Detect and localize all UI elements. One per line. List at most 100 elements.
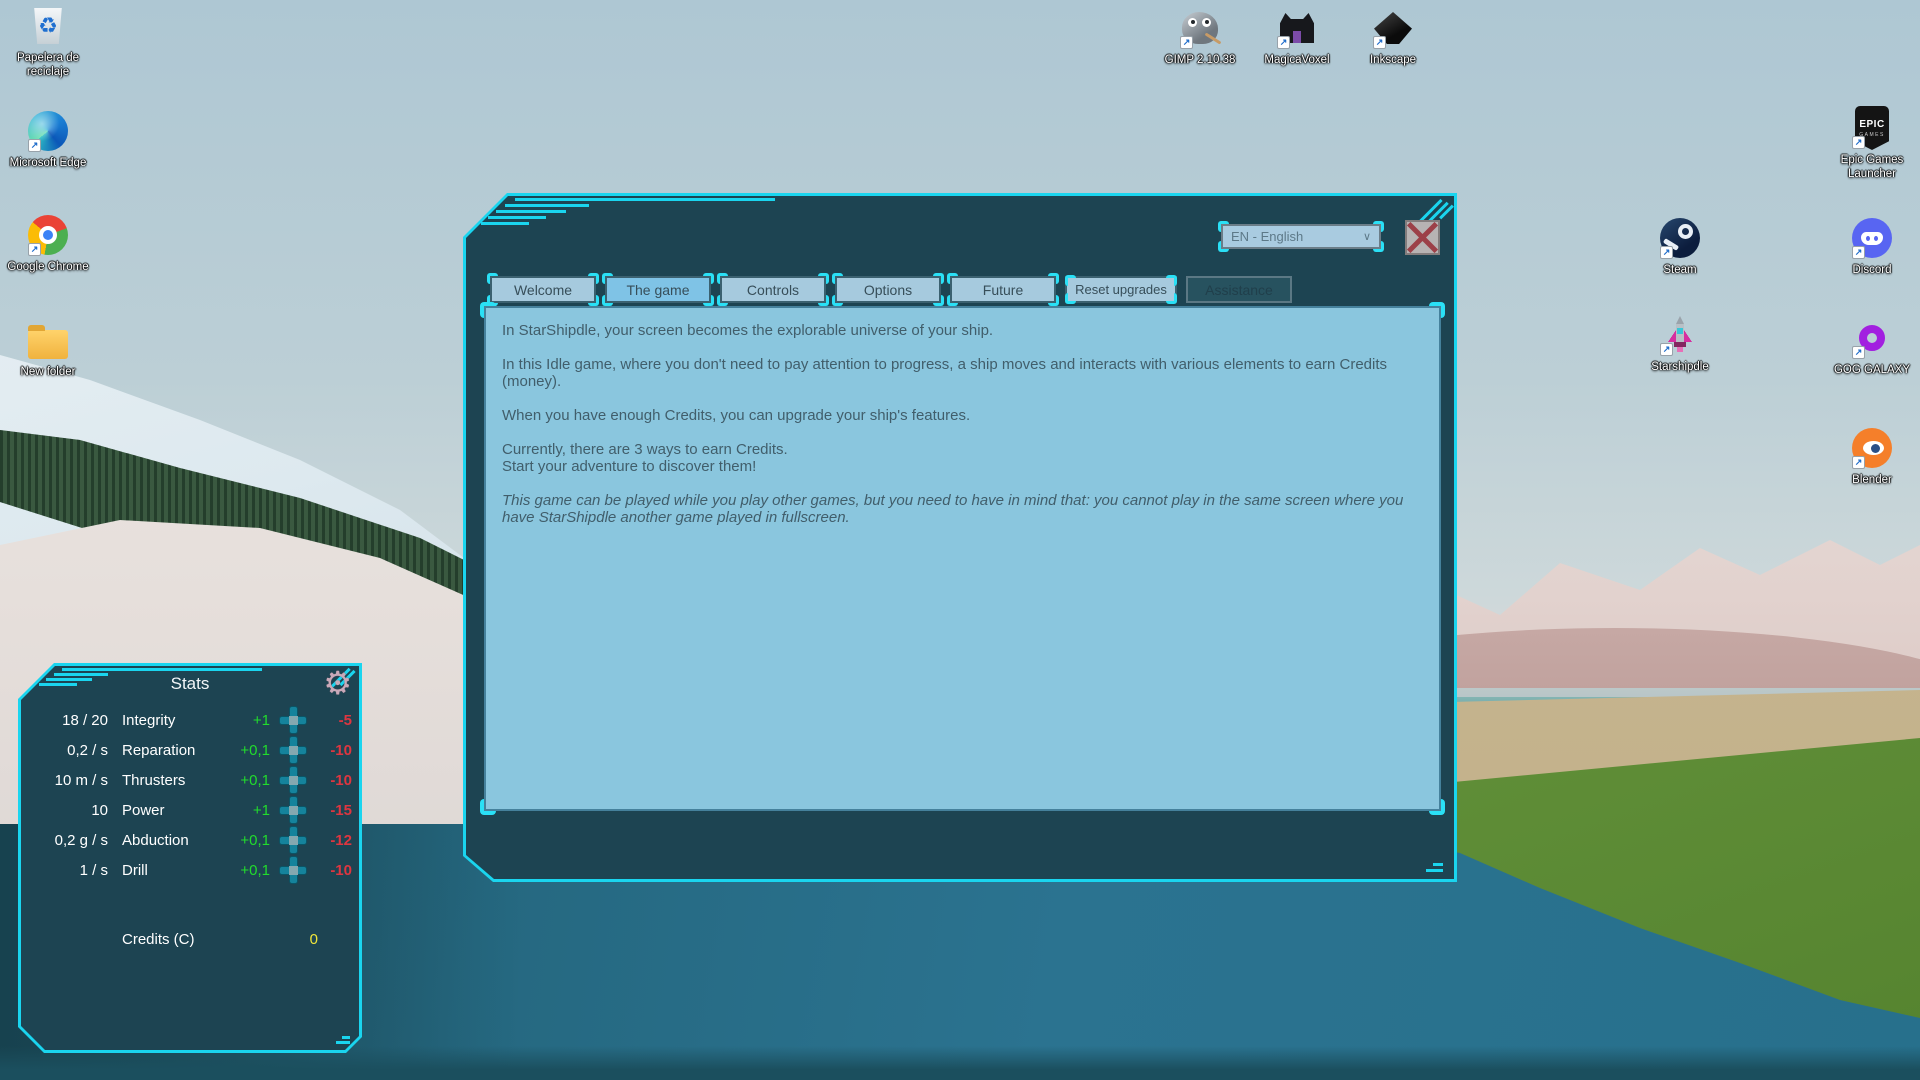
- desktop-icon-label: MagicaVoxel: [1264, 53, 1329, 67]
- stat-row-reparation: 0,2 / s Reparation +0,1 -10: [22, 735, 362, 765]
- upgrade-plus-button[interactable]: [280, 797, 306, 823]
- upgrade-plus-button[interactable]: [280, 857, 306, 883]
- stat-row-power: 10 Power +1 -15: [22, 795, 362, 825]
- shortcut-arrow-icon: ↗: [1852, 346, 1865, 359]
- discord-icon: ↗: [1851, 216, 1893, 260]
- desktop-icon-discord[interactable]: ↗ Discord: [1824, 216, 1920, 277]
- tab-the-game[interactable]: The game: [605, 276, 711, 303]
- tab-future[interactable]: Future: [950, 276, 1056, 303]
- desktop-icon-blender[interactable]: ↗ Blender: [1824, 426, 1920, 487]
- content-paragraph: Start your adventure to discover them!: [502, 458, 1423, 475]
- desktop-icon-label: New folder: [21, 365, 76, 379]
- chrome-icon: ↗: [27, 213, 69, 257]
- desktop-icon-steam[interactable]: ↗ Steam: [1632, 216, 1728, 277]
- tab-reset-upgrades[interactable]: Reset upgrades: [1065, 276, 1177, 303]
- stat-row-abduction: 0,2 g / s Abduction +0,1 -12: [22, 825, 362, 855]
- credits-row: Credits (C) 0: [18, 931, 362, 951]
- panel-resize-grip[interactable]: [342, 1036, 350, 1039]
- tab-options[interactable]: Options: [835, 276, 941, 303]
- content-paragraph: In this Idle game, where you don't need …: [502, 356, 1423, 390]
- stat-row-drill: 1 / s Drill +0,1 -10: [22, 855, 362, 885]
- upgrade-plus-button[interactable]: [280, 737, 306, 763]
- shortcut-arrow-icon: ↗: [1660, 343, 1673, 356]
- shortcut-arrow-icon: ↗: [28, 139, 41, 152]
- stat-value: 0,2 g / s: [22, 832, 108, 849]
- gear-icon[interactable]: ⚙: [323, 665, 352, 701]
- stat-gain: +0,1: [226, 862, 270, 879]
- window-deco-stripe: [496, 210, 566, 213]
- stat-row-integrity: 18 / 20 Integrity +1 -5: [22, 705, 362, 735]
- epic-games-icon: EPIC GAMES ↗: [1851, 106, 1893, 150]
- upgrade-plus-button[interactable]: [280, 827, 306, 853]
- stats-title: Stats: [18, 674, 362, 694]
- desktop-icon-new-folder[interactable]: New folder: [0, 318, 96, 379]
- shortcut-arrow-icon: ↗: [28, 243, 41, 256]
- window-resize-grip[interactable]: [1433, 863, 1443, 866]
- desktop-icon-label: Steam: [1663, 263, 1696, 277]
- shortcut-arrow-icon: ↗: [1660, 246, 1673, 259]
- desktop-icon-magicavoxel[interactable]: ↗ MagicaVoxel: [1249, 6, 1345, 67]
- stat-label: Integrity: [122, 712, 226, 729]
- recycle-bin-icon: ♻: [27, 4, 69, 48]
- stat-gain: +0,1: [226, 772, 270, 789]
- desktop-icon-label: Blender: [1852, 473, 1892, 487]
- content-paragraph: Currently, there are 3 ways to earn Cred…: [502, 441, 1423, 458]
- stat-value: 1 / s: [22, 862, 108, 879]
- upgrade-plus-button[interactable]: [280, 767, 306, 793]
- window-deco-stripe: [505, 204, 589, 207]
- shortcut-arrow-icon: ↗: [1852, 136, 1865, 149]
- desktop-icon-label: GIMP 2.10.38: [1165, 53, 1236, 67]
- upgrade-plus-button[interactable]: [280, 707, 306, 733]
- stat-value: 10: [22, 802, 108, 819]
- shortcut-arrow-icon: ↗: [1373, 36, 1386, 49]
- stat-label: Power: [122, 802, 226, 819]
- desktop-icon-inkscape[interactable]: ↗ Inkscape: [1345, 6, 1441, 67]
- stat-value: 0,2 / s: [22, 742, 108, 759]
- language-select[interactable]: EN - English ∨: [1221, 224, 1381, 249]
- stats-rows: 18 / 20 Integrity +1 -5 0,2 / s Reparati…: [22, 705, 362, 885]
- credits-label: Credits (C): [122, 931, 195, 948]
- stat-cost: -10: [316, 862, 352, 879]
- stat-gain: +0,1: [226, 742, 270, 759]
- edge-icon: ↗: [27, 109, 69, 153]
- stat-cost: -15: [316, 802, 352, 819]
- desktop-icon-chrome[interactable]: ↗ Google Chrome: [0, 213, 96, 274]
- tab-welcome[interactable]: Welcome: [490, 276, 596, 303]
- desktop-icon-gog-galaxy[interactable]: ↗ GOG GALAXY: [1824, 316, 1920, 377]
- desktop-icon-starshipdle[interactable]: ↗ Starshipdle: [1632, 313, 1728, 374]
- tab-controls[interactable]: Controls: [720, 276, 826, 303]
- desktop-icon-label: Discord: [1853, 263, 1892, 277]
- tab-assistance[interactable]: Assistance: [1186, 276, 1292, 303]
- stat-label: Drill: [122, 862, 226, 879]
- panel-resize-grip[interactable]: [336, 1041, 350, 1044]
- window-resize-grip[interactable]: [1426, 869, 1443, 872]
- steam-icon: ↗: [1659, 216, 1701, 260]
- desktop-icon-epic-games[interactable]: EPIC GAMES ↗ Epic Games Launcher: [1824, 106, 1920, 182]
- desktop-icon-gimp[interactable]: ↗ GIMP 2.10.38: [1152, 6, 1248, 67]
- stat-cost: -10: [316, 772, 352, 789]
- game-window: EN - English ∨ Welcome The game Controls…: [463, 193, 1457, 882]
- stat-label: Reparation: [122, 742, 226, 759]
- stat-value: 18 / 20: [22, 712, 108, 729]
- starshipdle-icon: ↗: [1659, 313, 1701, 357]
- stat-cost: -12: [316, 832, 352, 849]
- desktop-icon-recycle-bin[interactable]: ♻ Papelera de reciclaje: [0, 4, 96, 80]
- tab-bar: Welcome The game Controls Options Future…: [490, 276, 1292, 303]
- stat-gain: +1: [226, 802, 270, 819]
- stat-value: 10 m / s: [22, 772, 108, 789]
- content-note: This game can be played while you play o…: [502, 492, 1423, 526]
- shortcut-arrow-icon: ↗: [1852, 246, 1865, 259]
- stat-gain: +0,1: [226, 832, 270, 849]
- panel-deco-stripe: [62, 668, 262, 671]
- tab-content-panel: In StarShipdle, your screen becomes the …: [484, 306, 1441, 811]
- window-deco-stripe: [481, 222, 529, 225]
- content-paragraph: In StarShipdle, your screen becomes the …: [502, 322, 1423, 339]
- desktop-icon-edge[interactable]: ↗ Microsoft Edge: [0, 109, 96, 170]
- desktop-icon-label: GOG GALAXY: [1834, 363, 1910, 377]
- desktop-icon-label: Papelera de reciclaje: [0, 51, 96, 80]
- stat-row-thrusters: 10 m / s Thrusters +0,1 -10: [22, 765, 362, 795]
- gog-galaxy-icon: ↗: [1851, 316, 1893, 360]
- desktop-icon-label: Google Chrome: [7, 260, 88, 274]
- close-button[interactable]: [1405, 220, 1440, 255]
- content-paragraph: When you have enough Credits, you can up…: [502, 407, 1423, 424]
